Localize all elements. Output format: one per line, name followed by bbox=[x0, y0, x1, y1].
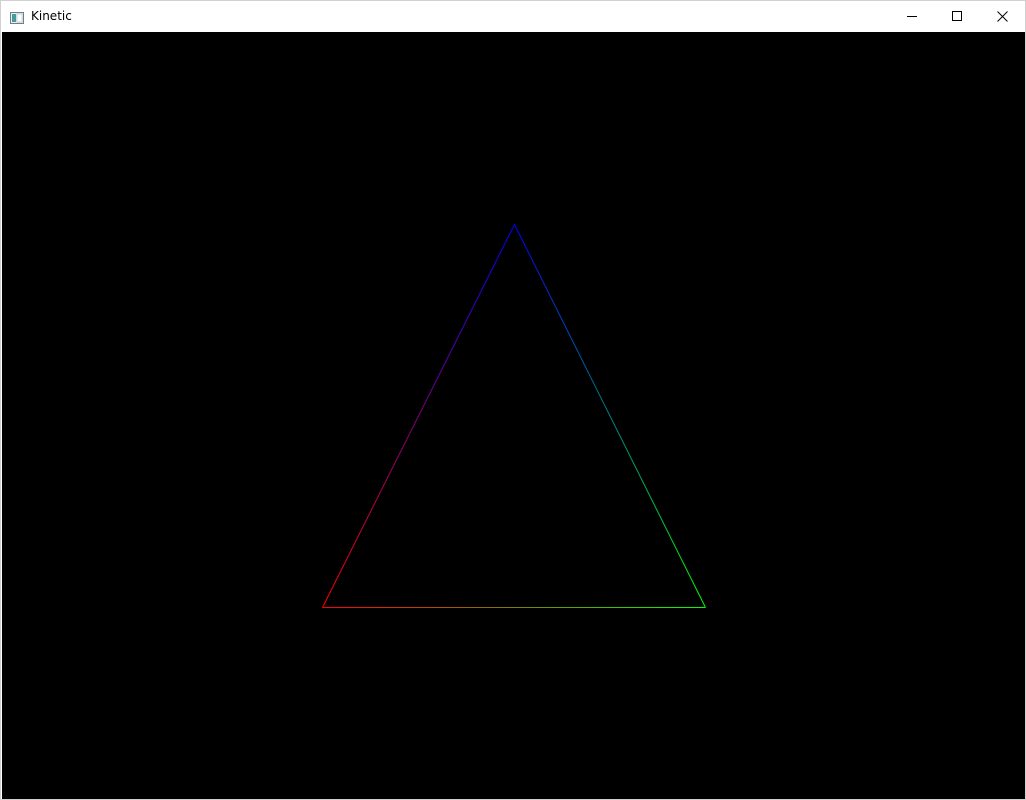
maximize-icon bbox=[952, 11, 962, 21]
maximize-button[interactable] bbox=[934, 1, 980, 31]
minimize-button[interactable] bbox=[889, 1, 935, 31]
minimize-icon bbox=[907, 11, 917, 21]
app-window: Kinetic bbox=[0, 0, 1026, 800]
close-button[interactable] bbox=[979, 1, 1025, 31]
title-bar[interactable]: Kinetic bbox=[1, 1, 1025, 31]
window-title: Kinetic bbox=[31, 9, 72, 23]
close-icon bbox=[996, 10, 1008, 22]
triangle-edge-right bbox=[514, 224, 706, 608]
scene-svg bbox=[322, 224, 706, 608]
app-window-icon bbox=[10, 9, 24, 24]
triangle-edge-left bbox=[322, 224, 515, 608]
render-canvas[interactable] bbox=[2, 32, 1025, 799]
